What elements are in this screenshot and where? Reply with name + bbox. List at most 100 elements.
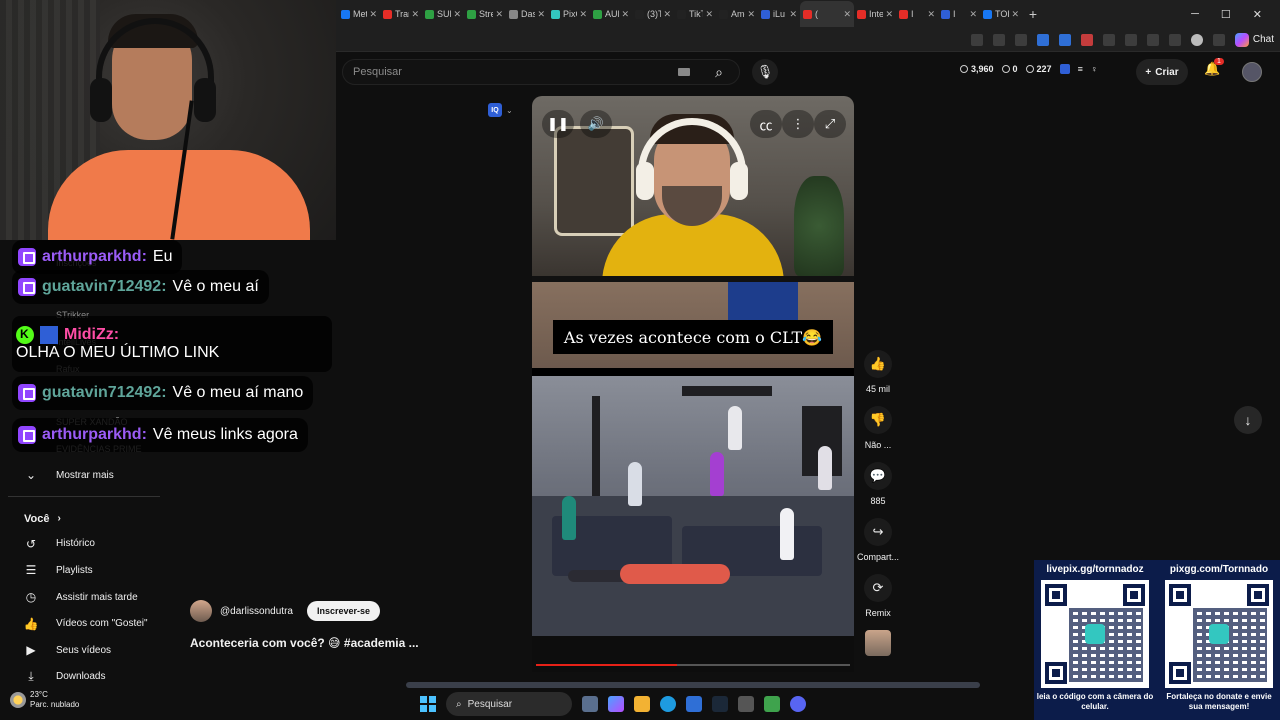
browser-tab[interactable]: SUP✕ <box>422 1 464 27</box>
extension-red-icon[interactable] <box>1080 33 1093 46</box>
browser-tab[interactable]: PixG✕ <box>548 1 590 27</box>
browser-tab[interactable]: (3)T ✕ <box>632 1 674 27</box>
you-section-title[interactable]: Você › <box>0 507 160 531</box>
puzzle-icon[interactable] <box>1124 33 1137 46</box>
more-options-button[interactable]: ⋮ <box>782 110 814 138</box>
create-button[interactable]: + Criar <box>1136 59 1188 85</box>
windows-start-icon[interactable] <box>420 696 436 712</box>
share-action[interactable]: ↪ Compart... <box>856 518 900 562</box>
captions-button[interactable]: ㏄ <box>750 110 782 138</box>
close-window-icon[interactable]: ✕ <box>1253 8 1262 21</box>
copilot-chat-button[interactable]: Chat <box>1234 32 1274 47</box>
copilot-taskbar-icon[interactable] <box>608 696 624 712</box>
refresh-extension-icon[interactable] <box>1102 33 1115 46</box>
next-short-button[interactable]: ↓ <box>1234 406 1262 434</box>
browser-tab[interactable]: Ame✕ <box>716 1 758 27</box>
browser-tab[interactable]: iLu L✕ <box>758 1 800 27</box>
award-icon[interactable]: ♀ <box>1091 64 1098 74</box>
taskbar-search[interactable]: ⌕ Pesquisar <box>446 692 572 716</box>
extensions-icon[interactable] <box>970 33 983 46</box>
keyboard-icon[interactable] <box>678 68 690 76</box>
audio-source-thumbnail[interactable] <box>865 630 891 656</box>
subscribe-button[interactable]: Inscrever-se <box>306 601 381 621</box>
app-green-icon[interactable] <box>764 696 780 712</box>
close-tab-icon[interactable]: ✕ <box>705 9 713 20</box>
browser-tab[interactable]: Dash✕ <box>506 1 548 27</box>
close-tab-icon[interactable]: ✕ <box>843 9 851 20</box>
steam-icon[interactable] <box>712 696 728 712</box>
account-avatar[interactable] <box>1242 62 1262 82</box>
glasses-icon[interactable] <box>1014 33 1027 46</box>
channel-avatar[interactable] <box>190 600 212 622</box>
browser-tab[interactable]: AUR✕ <box>590 1 632 27</box>
close-tab-icon[interactable]: ✕ <box>969 9 977 20</box>
thumbs-up-icon[interactable]: 👍 <box>864 350 892 378</box>
sidebar-item-liked[interactable]: 👍 Vídeos com "Gostei" <box>0 610 160 637</box>
notifications-button[interactable]: 🔔 1 <box>1204 58 1224 81</box>
channel-name[interactable]: @darlissondutra <box>220 606 293 617</box>
comments-action[interactable]: 💬 885 <box>856 462 900 506</box>
sidebar-item-watch-later[interactable]: ◷ Assistir mais tarde <box>0 584 160 611</box>
close-tab-icon[interactable]: ✕ <box>579 9 587 20</box>
close-tab-icon[interactable]: ✕ <box>927 9 935 20</box>
close-tab-icon[interactable]: ✕ <box>495 9 503 20</box>
favorites-icon[interactable] <box>1146 33 1159 46</box>
browser-tab[interactable]: I ✕ <box>938 1 980 27</box>
favorite-star-icon[interactable] <box>992 33 1005 46</box>
shorts-player[interactable]: As vezes acontece com o CLT😂 ❚❚ 🔊 ㏄ ⋮ ⤢ <box>532 96 854 672</box>
dislike-action[interactable]: 👎 Não ... <box>856 406 900 450</box>
show-more-button[interactable]: ⌄ Mostrar mais <box>0 462 160 489</box>
browser-tab[interactable]: I ✕ <box>896 1 938 27</box>
short-title[interactable]: Aconteceria com você? 😅 #academia ... <box>190 636 419 650</box>
like-action[interactable]: 👍 45 mil <box>856 350 900 394</box>
close-tab-icon[interactable]: ✕ <box>663 9 671 20</box>
browser-tab[interactable]: Tran✕ <box>380 1 422 27</box>
sidebar-item-your-videos[interactable]: ▶ Seus vídeos <box>0 637 160 664</box>
thumbs-down-icon[interactable]: 👎 <box>864 406 892 434</box>
volume-button[interactable]: 🔊 <box>580 110 612 138</box>
profile-icon[interactable] <box>1190 33 1203 46</box>
extension-blue-icon[interactable] <box>1059 64 1070 74</box>
browser-tab[interactable]: TOR✕ <box>980 1 1022 27</box>
close-tab-icon[interactable]: ✕ <box>1011 9 1019 20</box>
remix-icon[interactable]: ⟳ <box>864 574 892 602</box>
browser-tab[interactable]: TikTo✕ <box>674 1 716 27</box>
extension-blue-icon[interactable] <box>1036 33 1049 46</box>
minimize-icon[interactable]: ─ <box>1191 8 1199 21</box>
downloads-icon[interactable] <box>1168 33 1181 46</box>
more-menu-icon[interactable] <box>1212 33 1225 46</box>
browser-tab[interactable]: (✕ <box>800 1 854 27</box>
edge-icon[interactable] <box>660 696 676 712</box>
close-tab-icon[interactable]: ✕ <box>537 9 545 20</box>
close-tab-icon[interactable]: ✕ <box>885 9 893 20</box>
sidebar-item-history[interactable]: ↺ Histórico <box>0 531 160 558</box>
sidebar-item-download[interactable]: ⤓ Downloads <box>0 664 160 691</box>
file-explorer-icon[interactable] <box>634 696 650 712</box>
new-tab-button[interactable]: + <box>1022 6 1044 22</box>
sidebar-item-playlists[interactable]: ☰ Playlists <box>0 557 160 584</box>
settings-icon[interactable] <box>738 696 754 712</box>
browser-tab[interactable]: Inter✕ <box>854 1 896 27</box>
weather-widget[interactable]: 23°C Parc. nublado <box>10 690 79 710</box>
comment-icon[interactable]: 💬 <box>864 462 892 490</box>
search-button[interactable]: ⌕ <box>706 59 732 85</box>
voice-search-button[interactable]: 🎙 <box>752 59 778 85</box>
close-tab-icon[interactable]: ✕ <box>789 9 797 20</box>
remix-action[interactable]: ⟳ Remix <box>856 574 900 618</box>
close-tab-icon[interactable]: ✕ <box>369 9 377 20</box>
task-view-icon[interactable] <box>582 696 598 712</box>
video-progress-bar[interactable] <box>536 664 850 666</box>
close-tab-icon[interactable]: ✕ <box>453 9 461 20</box>
maximize-icon[interactable]: ☐ <box>1221 8 1231 21</box>
list-icon[interactable]: ≡ <box>1078 64 1083 74</box>
close-tab-icon[interactable]: ✕ <box>621 9 629 20</box>
browser-tab[interactable]: Meta✕ <box>338 1 380 27</box>
translate-icon[interactable] <box>1058 33 1071 46</box>
pause-button[interactable]: ❚❚ <box>542 110 574 138</box>
discord-icon[interactable] <box>790 696 806 712</box>
store-icon[interactable] <box>686 696 702 712</box>
close-tab-icon[interactable]: ✕ <box>411 9 419 20</box>
fullscreen-button[interactable]: ⤢ <box>814 110 846 138</box>
share-icon[interactable]: ↪ <box>864 518 892 546</box>
browser-tab[interactable]: Strea✕ <box>464 1 506 27</box>
